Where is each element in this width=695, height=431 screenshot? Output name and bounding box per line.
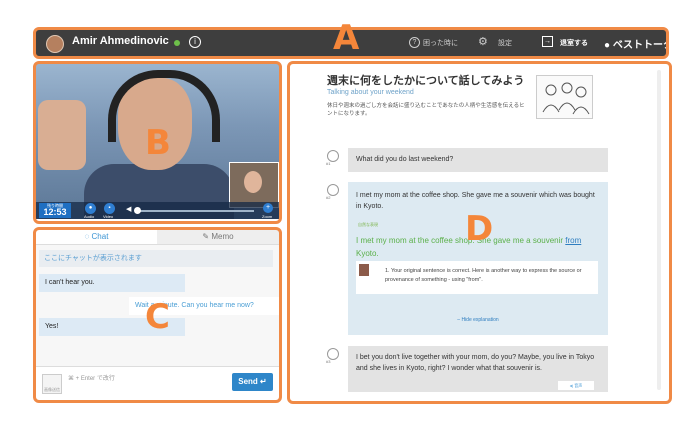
annotation-label-a: A bbox=[333, 18, 360, 58]
annotation-label-d: D bbox=[465, 209, 494, 249]
annotation-label-b: B bbox=[145, 123, 171, 163]
annotation-label-c: C bbox=[145, 297, 170, 337]
